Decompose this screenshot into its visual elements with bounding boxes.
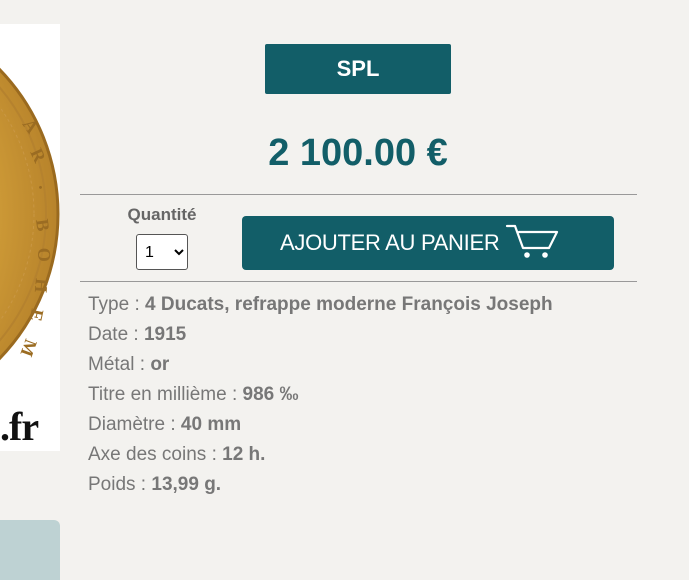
spec-metal: Métal : or [88, 354, 170, 375]
spec-date: Date : 1915 [88, 324, 187, 345]
spec-label: Axe des coins [88, 444, 207, 465]
spec-value: or [150, 354, 170, 375]
spec-label: Titre en millième [88, 384, 227, 405]
spec-value: 4 Ducats, refrappe moderne François Jose… [145, 294, 553, 315]
divider-top [80, 194, 637, 195]
spec-label: Métal [88, 354, 135, 375]
spec-value: 40 mm [180, 414, 242, 435]
spec-label: Date [88, 324, 129, 345]
svg-text:M: M [16, 337, 41, 360]
price: 2 100.00 € [268, 132, 448, 174]
coin-image[interactable]: A R · B O H E M .fr [0, 24, 60, 451]
spec-label: Type [88, 294, 130, 315]
coin-photo-graphic: A R · B O H E M [0, 67, 60, 361]
spec-label: Poids [88, 474, 136, 495]
quantity-select[interactable]: 1 [136, 234, 188, 270]
spec-value: 12 h. [222, 444, 266, 465]
spec-list: Type : 4 Ducats, refrappe moderne Franço… [88, 292, 553, 502]
spec-die-axis: Axe des coins : 12 h. [88, 444, 266, 465]
spec-value: 1915 [143, 324, 187, 345]
cart-icon [505, 220, 559, 265]
grade-badge: SPL [265, 44, 451, 94]
add-to-cart-button[interactable]: AJOUTER AU PANIER [242, 216, 614, 270]
spec-type: Type : 4 Ducats, refrappe moderne Franço… [88, 294, 553, 315]
divider-bottom [80, 281, 637, 282]
svg-text:H: H [31, 278, 52, 294]
spec-weight: Poids : 13,99 g. [88, 474, 222, 495]
spec-value: 986 ‰ [242, 384, 299, 405]
spec-value: 13,99 g. [151, 474, 222, 495]
svg-text:O: O [34, 247, 54, 262]
add-to-cart-label: AJOUTER AU PANIER [280, 230, 500, 255]
spec-fineness: Titre en millième : 986 ‰ [88, 384, 299, 405]
quantity-label: Quantité [127, 205, 197, 224]
side-panel-box [0, 520, 60, 580]
spec-diameter: Diamètre : 40 mm [88, 414, 242, 435]
coin-watermark-text: .fr [0, 404, 39, 449]
spec-label: Diamètre [88, 414, 166, 435]
